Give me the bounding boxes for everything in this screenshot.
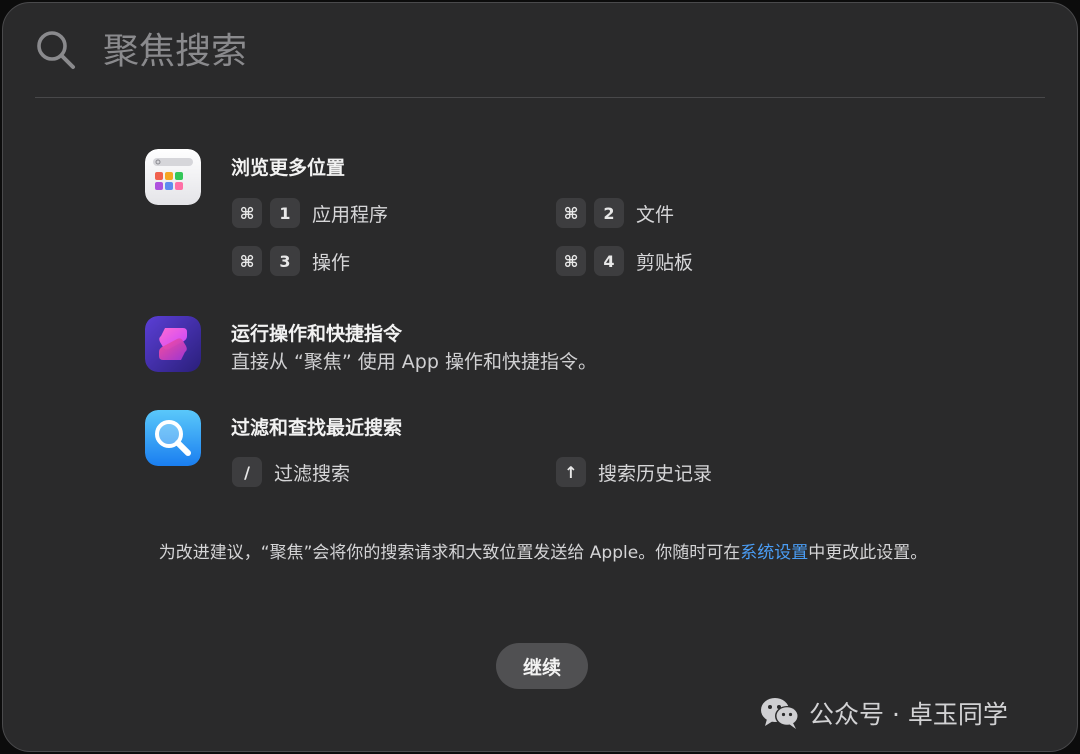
shortcut-actions[interactable]: ⌘ 3 操作 (232, 246, 350, 276)
search-bar (3, 3, 1077, 99)
privacy-notice: 为改进建议，“聚焦”会将你的搜索请求和大致位置发送给 Apple。你随时可在系统… (143, 540, 943, 567)
command-key: ⌘ (556, 198, 586, 228)
shortcuts-app-icon (145, 316, 201, 372)
search-divider (35, 97, 1045, 98)
command-key: ⌘ (556, 246, 586, 276)
shortcut-label-clipboard: 剪贴板 (636, 251, 694, 274)
browse-section-title: 浏览更多位置 (231, 157, 346, 179)
shortcut-label-actions: 操作 (312, 251, 351, 274)
shortcut-label-filter-search: 过滤搜索 (274, 462, 351, 485)
key-2: 2 (594, 198, 624, 228)
privacy-notice-text-end: 中更改此设置。 (808, 543, 928, 563)
search-input[interactable] (103, 25, 1003, 77)
magnifier-app-icon (145, 410, 201, 466)
command-key: ⌘ (232, 246, 262, 276)
spotlight-window: 浏览更多位置 ⌘ 1 应用程序 ⌘ 2 文件 ⌘ 3 操作 ⌘ 4 剪贴板 (2, 2, 1078, 752)
key-1: 1 (270, 198, 300, 228)
shortcut-filter-search[interactable]: / 过滤搜索 (232, 457, 350, 487)
filter-section-title: 过滤和查找最近搜索 (231, 417, 403, 439)
actions-section-title: 运行操作和快捷指令 (231, 323, 403, 345)
shortcut-label-applications: 应用程序 (312, 203, 389, 226)
search-icon (37, 31, 75, 69)
command-key: ⌘ (232, 198, 262, 228)
shortcut-label-files: 文件 (636, 203, 675, 226)
actions-section-description: 直接从 “聚焦” 使用 App 操作和快捷指令。 (231, 351, 597, 373)
shortcut-label-search-history: 搜索历史记录 (598, 462, 713, 485)
slash-key: / (232, 457, 262, 487)
shortcut-files[interactable]: ⌘ 2 文件 (556, 198, 674, 228)
shortcut-clipboard[interactable]: ⌘ 4 剪贴板 (556, 246, 693, 276)
key-4: 4 (594, 246, 624, 276)
privacy-notice-text: 为改进建议，“聚焦”会将你的搜索请求和大致位置发送给 Apple。你随时可在 (158, 543, 741, 563)
up-arrow-key: ↑ (556, 457, 586, 487)
browse-locations-app-icon (145, 149, 201, 205)
shortcut-search-history[interactable]: ↑ 搜索历史记录 (556, 457, 712, 487)
system-settings-link[interactable]: 系统设置 (740, 543, 808, 563)
wechat-logo-icon (761, 698, 799, 729)
watermark-text: 公众号 · 卓玉同学 (809, 700, 1008, 729)
shortcut-applications[interactable]: ⌘ 1 应用程序 (232, 198, 388, 228)
continue-button[interactable]: 继续 (496, 643, 588, 689)
watermark: 公众号 · 卓玉同学 (759, 693, 1008, 733)
key-3: 3 (270, 246, 300, 276)
